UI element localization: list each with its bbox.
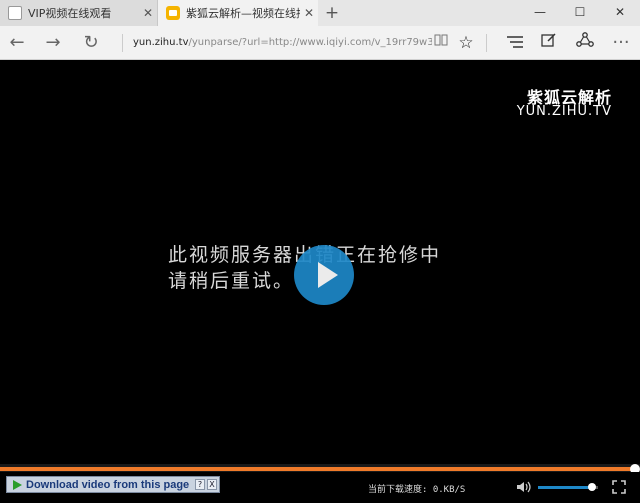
volume-handle[interactable]: [588, 483, 596, 491]
favorite-star-icon[interactable]: ☆: [449, 28, 483, 58]
tab-title: VIP视频在线观看: [28, 7, 112, 20]
zihu-favicon-icon: [166, 6, 180, 20]
hub-menu-icon[interactable]: [498, 28, 532, 58]
refresh-icon[interactable]: ↻: [74, 28, 108, 58]
zihu-logo-url: YUN.ZIHU.TV: [516, 104, 612, 119]
fullscreen-icon[interactable]: [612, 480, 626, 494]
page-icon: [8, 6, 22, 20]
volume-icon[interactable]: [516, 480, 532, 494]
tab-zihu-parse[interactable]: 紫狐云解析—视频在线播 ✕: [158, 0, 318, 26]
progress-bar[interactable]: [0, 464, 640, 474]
volume-slider[interactable]: [538, 483, 598, 491]
maximize-icon[interactable]: ☐: [560, 0, 600, 26]
download-speed: 当前下载速度: 0.KB/S: [368, 485, 466, 495]
address-bar[interactable]: yun.zihu.tv/yunparse/?url=http://www.iqi…: [122, 34, 432, 52]
close-tab-icon[interactable]: ✕: [300, 6, 318, 20]
download-helper-bar[interactable]: Download video from this page ? X: [6, 476, 220, 493]
address-path: /yunparse/?url=http://www.iqiyi.com/v_19…: [188, 37, 433, 48]
new-tab-button[interactable]: +: [322, 2, 342, 24]
progress-fill: [0, 467, 634, 471]
forward-icon[interactable]: →: [36, 28, 70, 58]
green-play-icon: [13, 479, 22, 490]
more-menu-icon[interactable]: ···: [604, 28, 638, 58]
play-icon: [318, 262, 338, 288]
toolbar-divider: [486, 34, 487, 52]
back-icon[interactable]: ←: [0, 28, 34, 58]
close-tab-icon[interactable]: ✕: [139, 6, 157, 20]
control-bar: Download video from this page ? X 当前下载速度…: [0, 472, 640, 503]
tab-strip: VIP视频在线观看 ✕ 紫狐云解析—视频在线播 ✕ + — ☐ ✕: [0, 0, 640, 26]
download-video-link[interactable]: Download video from this page: [26, 479, 195, 491]
video-player[interactable]: 紫狐云解析 YUN.ZIHU.TV 此视频服务器出错正在抢修中 请稍后重试。: [0, 60, 640, 464]
help-button[interactable]: ?: [195, 479, 205, 490]
close-window-icon[interactable]: ✕: [600, 0, 640, 26]
tab-title: 紫狐云解析—视频在线播: [186, 7, 300, 20]
tab-vip-video[interactable]: VIP视频在线观看 ✕: [0, 0, 158, 26]
minimize-icon[interactable]: —: [520, 0, 560, 26]
share-icon[interactable]: [568, 28, 602, 58]
navigation-bar: ← → ↻ yun.zihu.tv/yunparse/?url=http://w…: [0, 26, 640, 60]
address-domain: yun.zihu.tv: [133, 37, 189, 48]
volume-level: [538, 486, 592, 489]
close-download-bar-button[interactable]: X: [207, 479, 217, 490]
web-note-icon[interactable]: [532, 28, 566, 58]
play-button[interactable]: [294, 245, 354, 305]
